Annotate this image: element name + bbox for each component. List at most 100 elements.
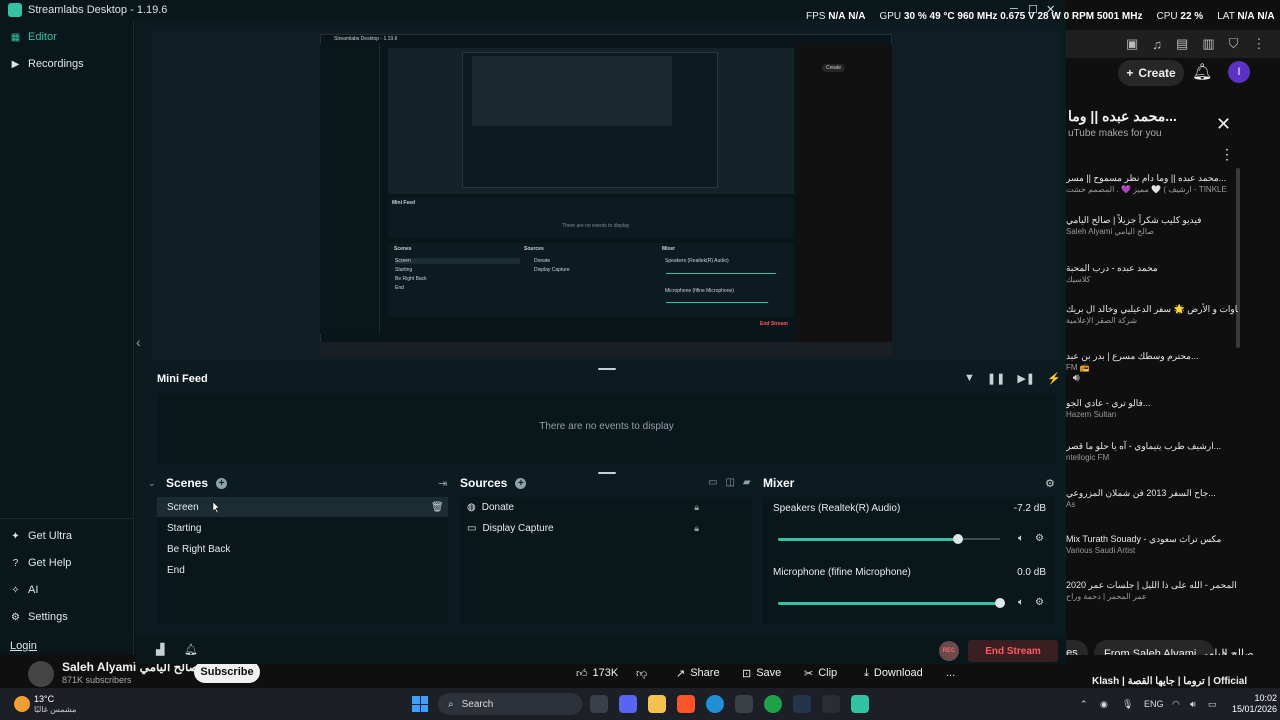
- weather-icon[interactable]: [14, 696, 30, 712]
- save-button[interactable]: ⊡ Save: [742, 662, 781, 684]
- gear-icon[interactable]: ⚙: [1035, 597, 1044, 608]
- avatar[interactable]: I: [1228, 61, 1250, 83]
- channel-avatar[interactable]: [28, 661, 54, 687]
- lock-icon[interactable]: 🔒︎: [694, 502, 699, 513]
- streamlabs-taskbar-icon[interactable]: [851, 695, 869, 713]
- battery-icon[interactable]: ▭: [1208, 699, 1217, 710]
- record-button[interactable]: REC: [939, 641, 959, 661]
- list-item[interactable]: محترم وسطك مسرع | بدر بن عبد... FM 📻: [1066, 350, 1238, 374]
- steam-icon[interactable]: [793, 695, 811, 713]
- gear-icon[interactable]: ⚙: [1045, 477, 1055, 490]
- scene-item[interactable]: Be Right Back: [157, 539, 448, 559]
- source-item[interactable]: ▭ Display Capture 🔒︎: [461, 518, 751, 538]
- weather-description[interactable]: مشمس غالبًا: [34, 705, 76, 714]
- resize-handle[interactable]: [598, 472, 616, 474]
- scene-transitions-icon[interactable]: ⇥: [438, 477, 447, 490]
- add-scene-icon[interactable]: +: [216, 477, 228, 489]
- sidebar-item-recordings[interactable]: ▶ Recordings: [10, 55, 84, 73]
- performance-chart-icon[interactable]: ▟: [156, 643, 164, 656]
- chevron-up-icon[interactable]: ⌃: [1080, 699, 1088, 710]
- sidebar-item-editor[interactable]: ▦ Editor: [10, 28, 57, 46]
- list-item[interactable]: عمر المحمر - الله على ذا الليل | جلسات ع…: [1066, 579, 1238, 603]
- source-item[interactable]: ◍ Donate 🔒︎: [461, 497, 751, 517]
- taskbar-search[interactable]: ⌕ Search: [438, 693, 582, 715]
- dislike-button[interactable]: 👎︎: [636, 662, 647, 684]
- volume-slider[interactable]: [778, 534, 1000, 544]
- brave-browser-icon[interactable]: [677, 695, 695, 713]
- like-button[interactable]: 👍︎ 173K: [576, 662, 618, 684]
- list-item[interactable]: ارشيف طرب يتيماوي - آه يا حلو ما قصر... n…: [1066, 440, 1238, 464]
- scene-item[interactable]: End: [157, 560, 448, 580]
- list-item[interactable]: فالو تري - عادي الجو... Hazem Sultan: [1066, 397, 1238, 421]
- minifeed-empty-text: There are no events to display: [539, 421, 674, 432]
- slider-knob[interactable]: [953, 534, 963, 544]
- scene-item[interactable]: Starting: [157, 518, 448, 538]
- sidebar-item-ai[interactable]: ✧ AI: [10, 581, 38, 599]
- thumbs-up-icon: 👍︎: [576, 667, 588, 680]
- share-button[interactable]: ↗ Share: [676, 662, 720, 684]
- speaker-icon[interactable]: 🔊︎: [1190, 699, 1196, 710]
- bell-icon[interactable]: 🔔︎: [1192, 62, 1212, 82]
- subscribe-button[interactable]: Subscribe: [194, 661, 260, 683]
- reader-icon[interactable]: ▤: [1176, 36, 1188, 52]
- discord-icon[interactable]: [619, 695, 637, 713]
- clock[interactable]: 10:02 15/01/2026: [1232, 693, 1277, 715]
- end-stream-button[interactable]: End Stream: [968, 640, 1058, 662]
- group-icon[interactable]: ◫: [725, 477, 734, 488]
- wallet-icon[interactable]: ▥: [1202, 36, 1214, 52]
- collections-icon[interactable]: ▣: [1126, 36, 1138, 52]
- file-explorer-icon[interactable]: [648, 695, 666, 713]
- list-item[interactable]: جاح السفر 2013 فن شملان المزروعي... As: [1066, 487, 1238, 511]
- selective-recording-icon[interactable]: ▭: [708, 477, 717, 488]
- recommended-video-title[interactable]: Klash | تروما | جايها القصة | Official: [1092, 676, 1247, 687]
- close-icon[interactable]: ✕: [1216, 114, 1231, 135]
- menu-icon[interactable]: ⋮: [1252, 36, 1265, 52]
- volume-icon[interactable]: 🔊︎: [1073, 372, 1080, 385]
- more-icon[interactable]: ⋮: [1220, 146, 1234, 163]
- sidebar-item-get-ultra[interactable]: ✦ Get Ultra: [10, 527, 72, 545]
- list-item[interactable]: محمد عبده - درب المحبة كلاسيك: [1066, 262, 1238, 286]
- notification-icon[interactable]: 🔔︎: [184, 643, 198, 656]
- language-indicator[interactable]: ENG: [1144, 699, 1164, 709]
- clip-button[interactable]: ✂ Clip: [804, 662, 837, 684]
- epic-games-icon[interactable]: [822, 695, 840, 713]
- download-button[interactable]: ⤓ Download: [864, 662, 923, 684]
- music-icon[interactable]: ♫: [1152, 37, 1162, 52]
- add-source-icon[interactable]: +: [515, 477, 527, 489]
- skip-icon[interactable]: ▶❚: [1017, 372, 1035, 385]
- list-item[interactable]: محمد عبده || وما دام نظر مسموح || مسر...…: [1066, 172, 1238, 196]
- folder-icon[interactable]: ▰: [743, 477, 751, 488]
- chevron-down-icon[interactable]: ⌄: [148, 478, 156, 489]
- filter-icon[interactable]: ▼: [964, 372, 975, 385]
- volume-icon[interactable]: 🔈︎: [1018, 597, 1024, 608]
- list-item[interactable]: فيديو كليب شكراً جزيلاً | صالح اليامي Sal…: [1066, 214, 1238, 238]
- pause-icon[interactable]: ❚❚: [987, 372, 1005, 385]
- shield-icon[interactable]: ⛉: [1229, 36, 1239, 52]
- list-item[interactable]: Mix Turath Souady - مكس تراث سعودي Variou…: [1066, 533, 1238, 557]
- volume-icon[interactable]: 🔈︎: [1018, 533, 1024, 544]
- mute-alerts-icon[interactable]: ⚡: [1047, 372, 1061, 385]
- sidebar-item-get-help[interactable]: ? Get Help: [10, 554, 72, 572]
- lock-icon[interactable]: 🔒︎: [694, 523, 699, 534]
- trash-icon[interactable]: 🗑︎: [431, 502, 444, 513]
- task-view-icon[interactable]: [590, 695, 608, 713]
- login-link[interactable]: Login: [10, 640, 37, 652]
- sidebar-item-settings[interactable]: ⚙ Settings: [10, 608, 68, 626]
- more-actions-button[interactable]: ...: [946, 662, 955, 684]
- windows-start-icon[interactable]: [412, 696, 428, 712]
- slider-knob[interactable]: [995, 598, 1005, 608]
- list-item[interactable]: طواريق دفترة ٧/١ : 🌟 يابديع السماوات و ا…: [1066, 303, 1238, 327]
- gear-icon[interactable]: ⚙: [1035, 533, 1044, 544]
- edge-browser-icon[interactable]: [706, 695, 724, 713]
- tray-app-icon[interactable]: ◉: [1100, 699, 1108, 710]
- weather-temperature[interactable]: 13°C: [34, 694, 54, 704]
- store-icon[interactable]: [735, 695, 753, 713]
- wifi-icon[interactable]: ◠: [1172, 699, 1180, 710]
- microphone-icon[interactable]: 🎙︎: [1122, 699, 1133, 710]
- create-button[interactable]: + Create: [1118, 60, 1184, 86]
- chevron-left-icon[interactable]: ‹: [136, 334, 141, 350]
- volume-slider[interactable]: [778, 598, 1005, 608]
- scene-item[interactable]: Screen 🗑︎: [157, 497, 448, 517]
- xbox-icon[interactable]: [764, 695, 782, 713]
- resize-handle[interactable]: [598, 368, 616, 370]
